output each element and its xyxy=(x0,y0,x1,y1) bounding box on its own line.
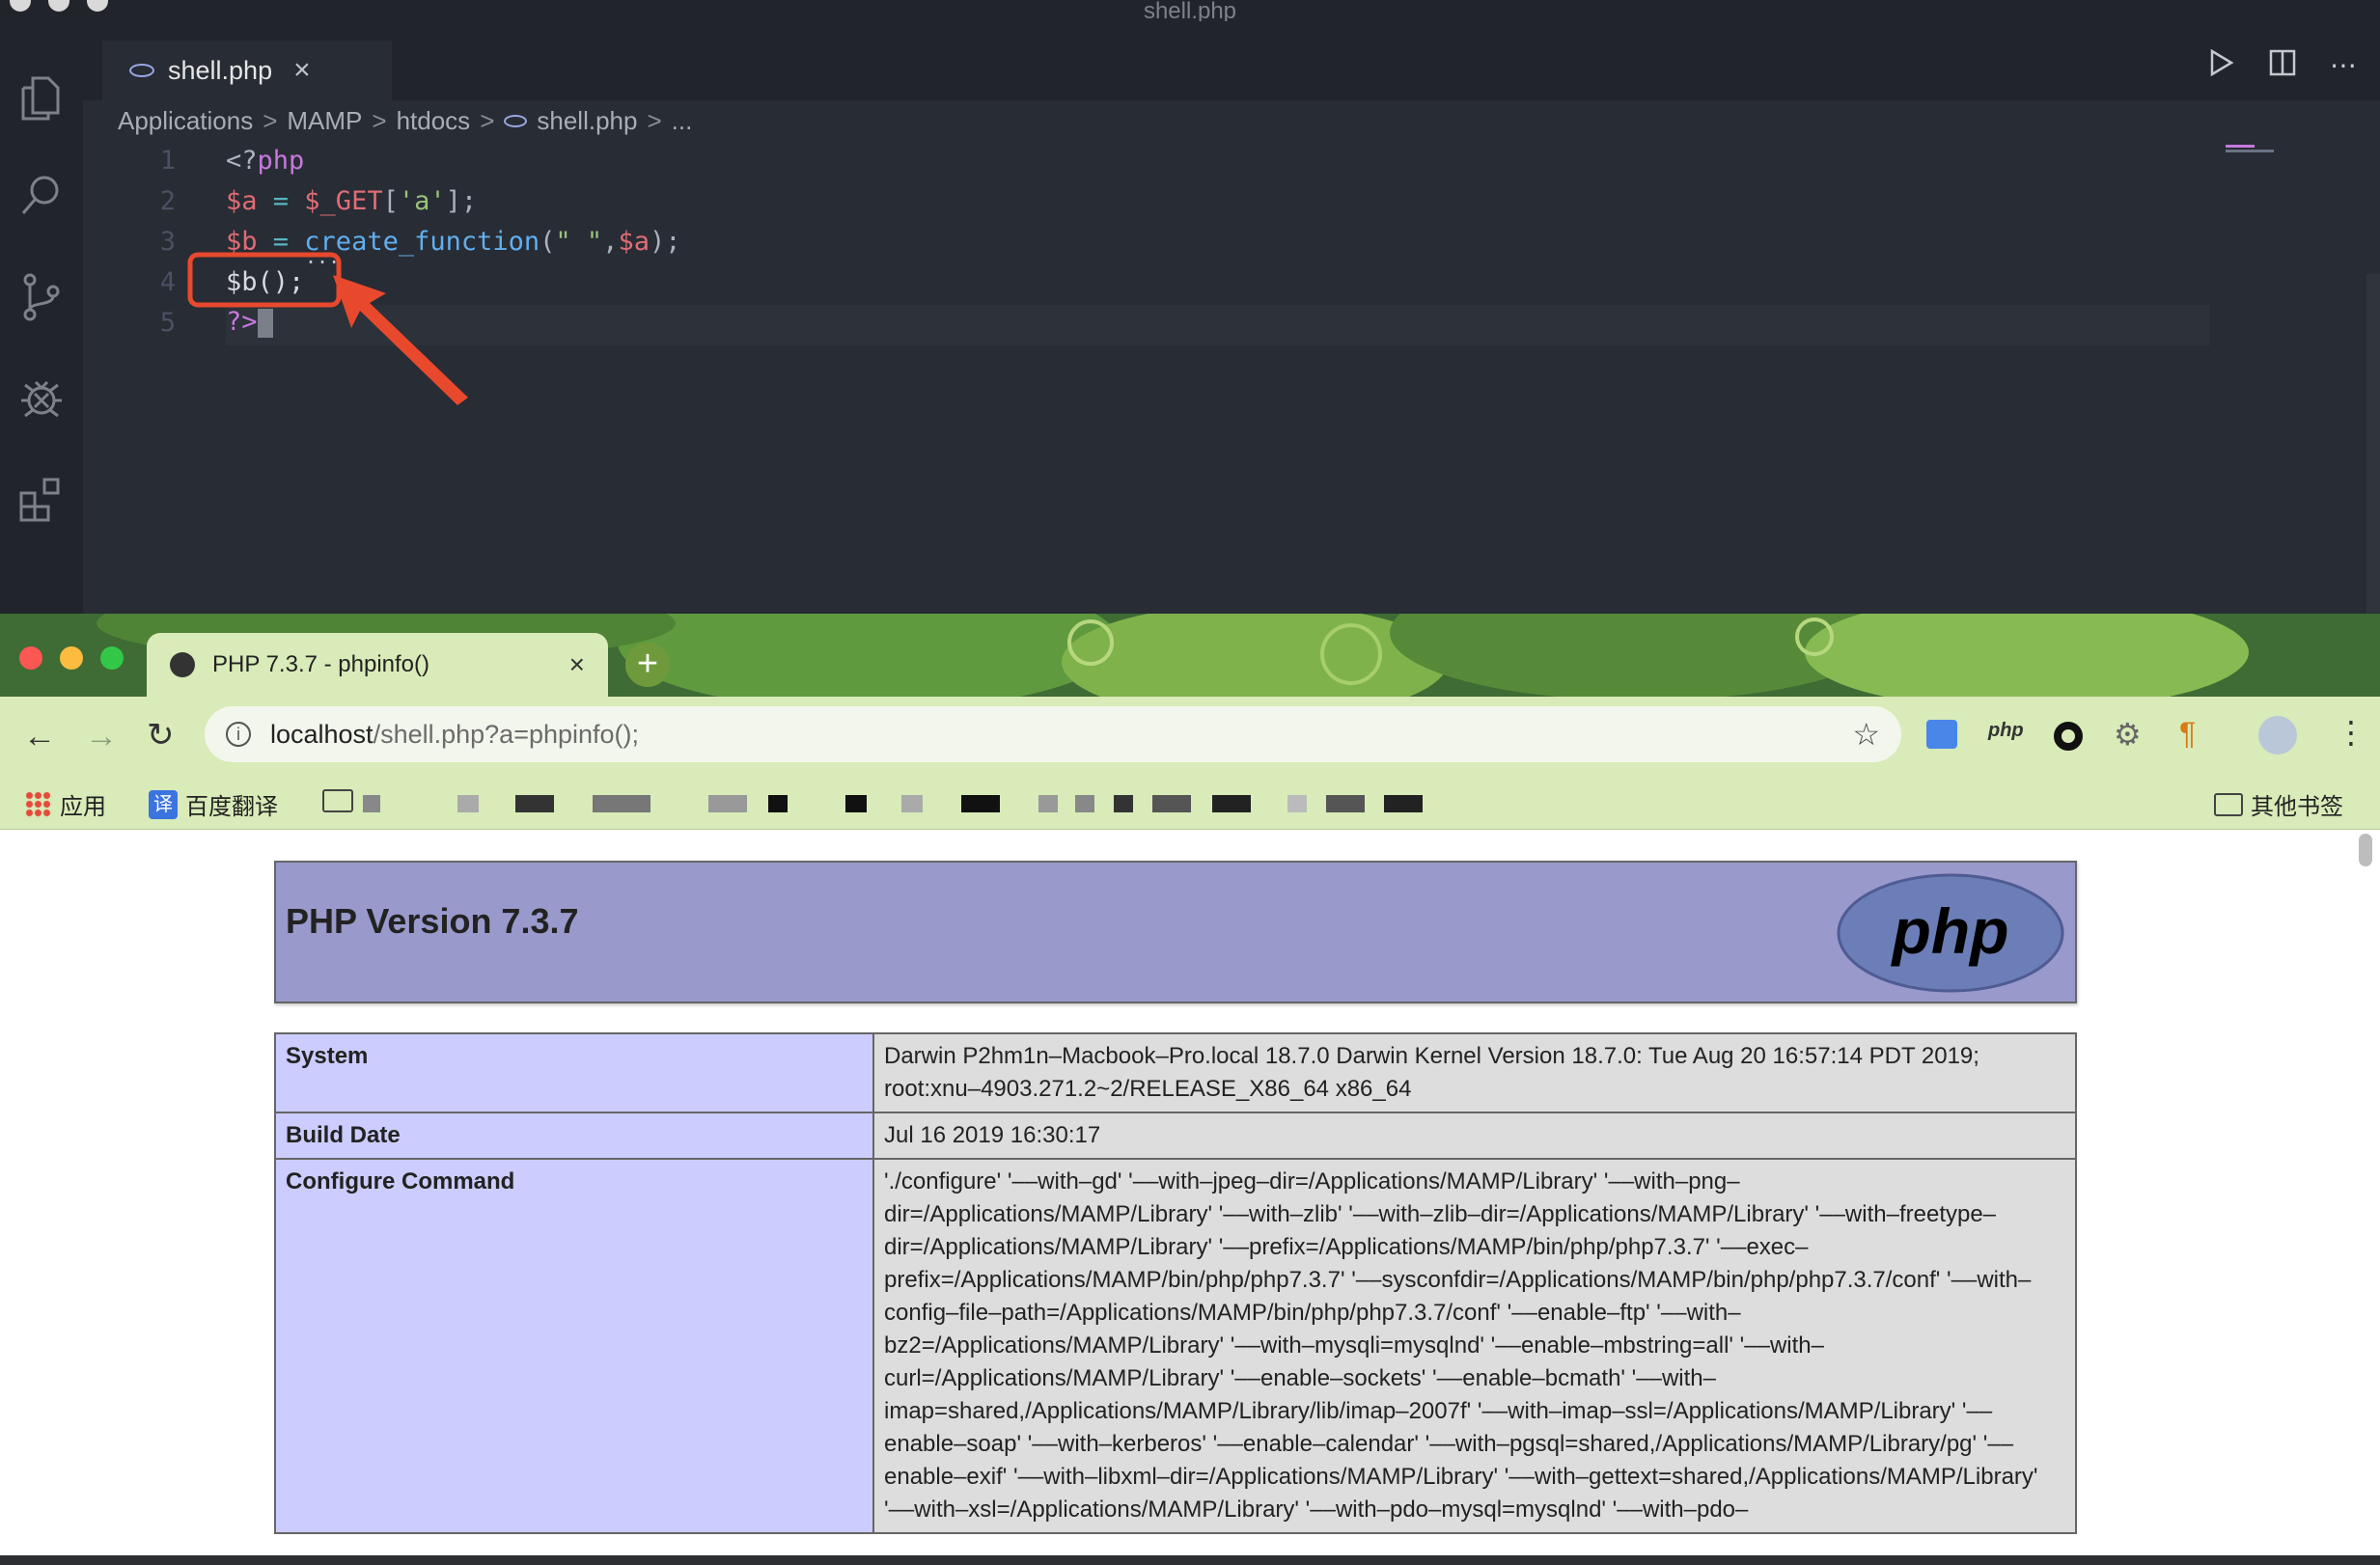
zoom-window-button[interactable] xyxy=(100,646,124,670)
chrome-menu-icon[interactable]: ⋮ xyxy=(2336,714,2366,751)
page-content: PHP Version 7.3.7 php System Darwin P2hm… xyxy=(0,830,2380,1565)
reload-icon[interactable]: ↻ xyxy=(147,716,175,755)
redacted-bookmark xyxy=(708,795,747,812)
browser-tab[interactable]: PHP 7.3.7 - phpinfo() × xyxy=(147,633,608,697)
redacted-bookmark xyxy=(1384,795,1423,812)
row-key: Build Date xyxy=(274,1112,874,1160)
record-extension-icon[interactable] xyxy=(2054,722,2083,751)
breadcrumb-separator: > xyxy=(647,106,662,135)
arrow-shape xyxy=(333,275,468,405)
redacted-bookmark xyxy=(593,795,650,812)
code-token: $a xyxy=(618,226,650,257)
highlight-box xyxy=(187,252,342,308)
bookmark-other[interactable]: 其他书签 xyxy=(2214,787,2343,821)
bookmarks-bar: 应用 译 百度翻译 其他书签 xyxy=(0,774,2380,830)
back-icon[interactable]: ← xyxy=(23,718,56,755)
address-bar[interactable]: i localhost/shell.php?a=phpinfo(); ☆ xyxy=(205,706,1901,762)
extensions-icon[interactable] xyxy=(0,461,83,538)
close-window-button[interactable] xyxy=(19,646,42,670)
minimize-window-button[interactable] xyxy=(60,646,83,670)
page-title: PHP Version 7.3.7 xyxy=(286,901,579,941)
code-token: , xyxy=(602,226,619,257)
minimap[interactable] xyxy=(2226,145,2274,156)
vscode-window: shell.php shell.php × ⋯ Applications > M… xyxy=(0,0,2380,755)
redacted-bookmark xyxy=(768,795,788,812)
breadcrumb-item-symbol[interactable]: ... xyxy=(672,106,693,136)
chrome-toolbar: ← → ↻ i localhost/shell.php?a=phpinfo();… xyxy=(0,697,2380,774)
tab-title: PHP 7.3.7 - phpinfo() xyxy=(212,651,430,677)
redacted-bookmark xyxy=(961,795,1000,812)
avatar[interactable] xyxy=(2258,716,2297,755)
redacted-bookmark xyxy=(363,795,380,812)
phpinfo-header: PHP Version 7.3.7 php xyxy=(274,861,2077,1003)
redacted-bookmark xyxy=(515,795,554,812)
bookmark-label: 百度翻译 xyxy=(185,794,278,820)
redacted-bookmark xyxy=(457,795,479,812)
run-icon[interactable] xyxy=(2206,48,2235,82)
code-token: ( xyxy=(540,226,556,257)
bookmark-apps[interactable]: 应用 xyxy=(25,787,106,821)
red-annotation xyxy=(187,252,468,405)
row-key: Configure Command xyxy=(274,1158,874,1534)
redacted-bookmark xyxy=(1152,795,1191,812)
more-actions-icon[interactable]: ⋯ xyxy=(2330,49,2357,81)
apps-grid-icon xyxy=(25,790,52,818)
logo-text: php xyxy=(1891,895,2009,967)
folder-icon xyxy=(2214,792,2243,816)
tab-close-icon[interactable]: × xyxy=(569,649,585,680)
redacted-bookmark xyxy=(1326,795,1365,812)
php-logo[interactable]: php xyxy=(1836,872,2065,994)
editor-actions: ⋯ xyxy=(2206,48,2357,82)
php-extension-icon[interactable]: php xyxy=(1988,720,2024,742)
redacted-bookmark xyxy=(901,795,923,812)
phpinfo-table: System Darwin P2hm1n–Macbook–Pro.local 1… xyxy=(274,1032,2077,1534)
row-key: System xyxy=(274,1032,874,1113)
chrome-window: PHP 7.3.7 - phpinfo() × + ← → ↻ i localh… xyxy=(0,614,2380,1565)
translate-icon: 译 xyxy=(149,789,178,819)
bookmark-label: 其他书签 xyxy=(2251,794,2343,820)
translate-extension-icon[interactable] xyxy=(1926,720,1957,749)
chrome-tab-strip: PHP 7.3.7 - phpinfo() × + xyxy=(0,614,2380,697)
bookmark-label: 应用 xyxy=(60,794,106,820)
row-value: Jul 16 2019 16:30:17 xyxy=(872,1112,2077,1160)
table-row: Configure Command './configure' '––with–… xyxy=(274,1158,2077,1534)
new-tab-button[interactable]: + xyxy=(625,643,670,687)
page-scrollbar[interactable] xyxy=(2359,834,2372,866)
folder-icon[interactable] xyxy=(322,789,353,812)
row-value: './configure' '––with–gd' '––with–jpeg–d… xyxy=(872,1158,2077,1534)
table-row: System Darwin P2hm1n–Macbook–Pro.local 1… xyxy=(274,1032,2077,1113)
split-editor-icon[interactable] xyxy=(2268,48,2297,82)
url-host: localhost xyxy=(270,719,374,749)
pilcrow-extension-icon[interactable]: ¶ xyxy=(2179,716,2196,752)
row-value: Darwin P2hm1n–Macbook–Pro.local 18.7.0 D… xyxy=(872,1032,2077,1113)
redacted-bookmark xyxy=(1075,795,1094,812)
redacted-bookmark xyxy=(1038,795,1058,812)
table-row: Build Date Jul 16 2019 16:30:17 xyxy=(274,1112,2077,1160)
forward-icon[interactable]: → xyxy=(85,718,118,755)
code-token: " " xyxy=(555,226,603,257)
screen: { "vscode": { "window_title": "shell.php… xyxy=(0,0,2380,1565)
redacted-bookmark xyxy=(1287,795,1307,812)
bookmark-translate[interactable]: 译 百度翻译 xyxy=(149,787,278,821)
code-token: ); xyxy=(649,226,681,257)
info-icon[interactable]: i xyxy=(226,722,251,747)
redacted-bookmark xyxy=(1114,795,1133,812)
globe-icon xyxy=(170,652,195,677)
redacted-bookmark xyxy=(845,795,867,812)
window-shadow xyxy=(0,1555,2380,1565)
redacted-bookmark xyxy=(1212,795,1251,812)
settings-extension-icon[interactable]: ⚙ xyxy=(2114,716,2142,753)
breadcrumb-item-file[interactable]: shell.php xyxy=(537,106,637,136)
url-path: /shell.php?a=phpinfo(); xyxy=(373,719,640,749)
bookmark-star-icon[interactable]: ☆ xyxy=(1852,716,1880,753)
